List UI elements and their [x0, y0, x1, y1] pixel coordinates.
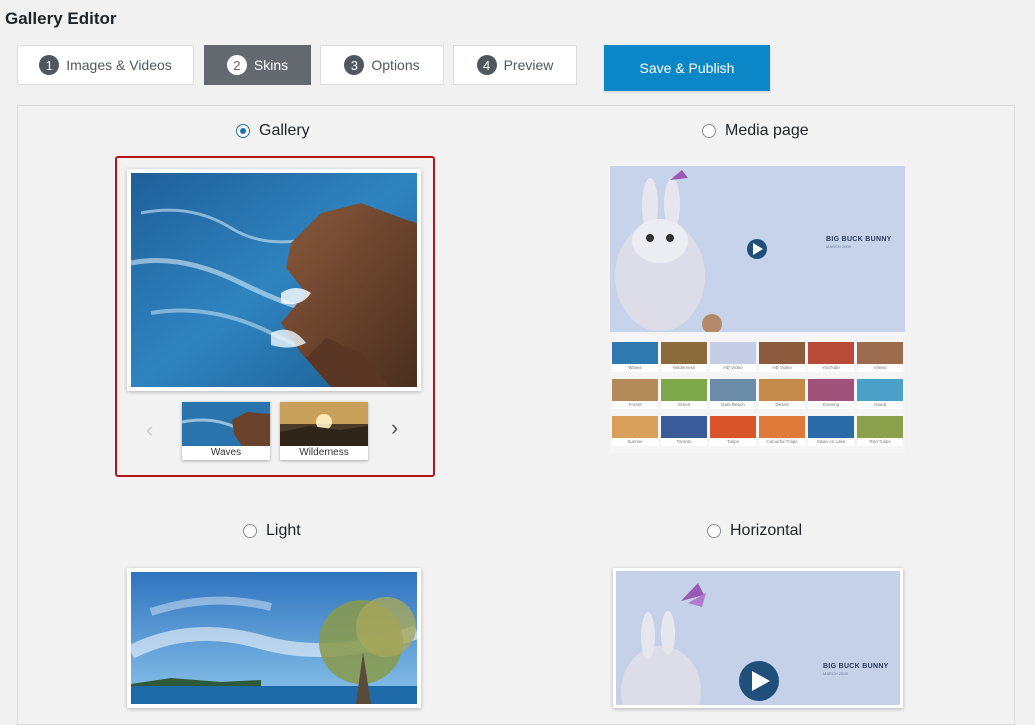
- grid-thumb[interactable]: Dark Beach: [710, 379, 756, 409]
- grid-thumb[interactable]: Evening: [808, 379, 854, 409]
- media-page-skin-preview[interactable]: BIG BUCK BUNNY MARCH 2008 Waves Wilderne…: [610, 166, 905, 453]
- skin-radio-media-page[interactable]: Media page: [702, 122, 809, 140]
- tab-skins[interactable]: 2 Skins: [204, 45, 311, 85]
- tab-label: Images & Videos: [66, 57, 172, 73]
- grid-caption: Forest: [628, 402, 642, 407]
- grid-caption: HD Video: [723, 365, 743, 370]
- skin-radio-horizontal[interactable]: Horizontal: [707, 522, 802, 540]
- video-subtitle: MARCH 2008: [826, 244, 851, 249]
- tab-preview[interactable]: 4 Preview: [453, 45, 577, 85]
- radio-unchecked-icon[interactable]: [243, 524, 257, 538]
- radio-unchecked-icon[interactable]: [707, 524, 721, 538]
- video-poster-image: [616, 571, 900, 705]
- grid-caption: Green: [677, 402, 691, 407]
- radio-checked-icon[interactable]: [236, 124, 250, 138]
- skin-label: Light: [266, 522, 301, 539]
- grid-thumb[interactable]: Desert: [759, 379, 805, 409]
- tab-label: Preview: [503, 57, 554, 73]
- grid-thumb[interactable]: Green: [661, 379, 707, 409]
- light-skin-preview[interactable]: [127, 568, 421, 708]
- gallery-skin-preview[interactable]: [127, 169, 421, 391]
- grid-caption: Wilderness: [672, 365, 696, 370]
- grid-thumb[interactable]: YouTube: [808, 342, 854, 372]
- grid-thumb[interactable]: Wilderness: [661, 342, 707, 372]
- tab-label: Skins: [253, 57, 289, 73]
- grid-caption: Tulips: [727, 439, 739, 444]
- coast-tree-image: [131, 572, 417, 704]
- media-grid: Waves Wilderness HD Video HD Video YouTu…: [610, 334, 905, 453]
- grid-caption: Red Tulips: [869, 439, 891, 444]
- grid-thumb[interactable]: Forest: [612, 379, 658, 409]
- thumb-image-wilderness: [280, 402, 368, 446]
- save-publish-button[interactable]: Save & Publish: [604, 45, 770, 91]
- step-number: 4: [476, 55, 497, 75]
- video-title: BIG BUCK BUNNY: [826, 236, 892, 243]
- skin-label: Gallery: [259, 122, 310, 139]
- grid-caption: Waves: [628, 365, 642, 370]
- gallery-thumb-waves[interactable]: Waves: [182, 402, 270, 460]
- grid-caption: Colourful Tulips: [766, 439, 798, 444]
- gallery-thumb-wilderness[interactable]: Wilderness: [280, 402, 368, 460]
- tab-options[interactable]: 3 Options: [320, 45, 444, 85]
- grid-thumb[interactable]: Sunrise: [612, 416, 658, 446]
- next-arrow-icon[interactable]: ›: [391, 415, 398, 441]
- grid-thumb[interactable]: Island: [857, 379, 903, 409]
- thumb-caption: Waves: [210, 447, 242, 458]
- page-title: Gallery Editor: [5, 9, 117, 28]
- video-subtitle: MARCH 2008: [823, 671, 848, 676]
- grid-caption: Island: [873, 402, 886, 407]
- grid-caption: HD Video: [772, 365, 792, 370]
- grid-thumb[interactable]: Waves: [612, 342, 658, 372]
- grid-thumb[interactable]: Toronto: [661, 416, 707, 446]
- grid-caption: Vimeo: [873, 365, 887, 370]
- horizontal-skin-preview[interactable]: BIG BUCK BUNNY MARCH 2008: [613, 568, 903, 708]
- grid-thumb[interactable]: HD Video: [759, 342, 805, 372]
- grid-caption: Toronto: [676, 439, 692, 444]
- skin-radio-light[interactable]: Light: [243, 522, 301, 540]
- grid-caption: Sunrise: [627, 439, 643, 444]
- waves-rocks-image: [131, 173, 417, 387]
- grid-thumb[interactable]: Tulips: [710, 416, 756, 446]
- grid-thumb[interactable]: Swan on Lake: [808, 416, 854, 446]
- step-number: 2: [226, 55, 247, 75]
- skin-label: Horizontal: [730, 522, 803, 539]
- grid-thumb[interactable]: Colourful Tulips: [759, 416, 805, 446]
- skin-radio-gallery[interactable]: Gallery: [236, 122, 310, 140]
- video-title: BIG BUCK BUNNY: [823, 663, 889, 670]
- grid-thumb[interactable]: Red Tulips: [857, 416, 903, 446]
- step-number: 3: [344, 55, 365, 75]
- step-number: 1: [39, 55, 60, 75]
- grid-caption: YouTube: [822, 365, 840, 370]
- grid-thumb[interactable]: HD Video: [710, 342, 756, 372]
- video-poster-image: [610, 166, 905, 332]
- grid-caption: Desert: [775, 402, 789, 407]
- radio-unchecked-icon[interactable]: [702, 124, 716, 138]
- grid-caption: Dark Beach: [721, 402, 745, 407]
- thumb-caption: Wilderness: [299, 447, 349, 458]
- tab-label: Options: [371, 57, 420, 73]
- grid-thumb[interactable]: Vimeo: [857, 342, 903, 372]
- skin-label: Media page: [725, 122, 809, 139]
- tab-images-videos[interactable]: 1 Images & Videos: [17, 45, 194, 85]
- thumb-image-waves: [182, 402, 270, 446]
- prev-arrow-icon[interactable]: ‹: [146, 417, 153, 443]
- grid-caption: Swan on Lake: [816, 439, 846, 444]
- grid-caption: Evening: [822, 402, 840, 407]
